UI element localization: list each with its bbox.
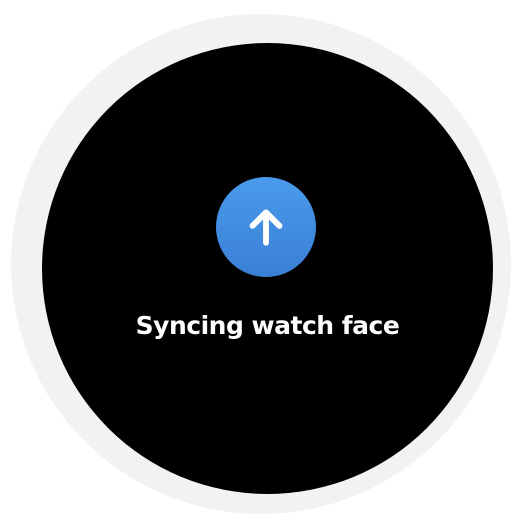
arrow-up-icon (216, 177, 316, 277)
watch-preview: Syncing watch face (0, 0, 517, 523)
sync-status-text: Syncing watch face (135, 311, 400, 340)
watch-screen: Syncing watch face (42, 43, 493, 494)
arrow-up-glyph (249, 209, 283, 246)
